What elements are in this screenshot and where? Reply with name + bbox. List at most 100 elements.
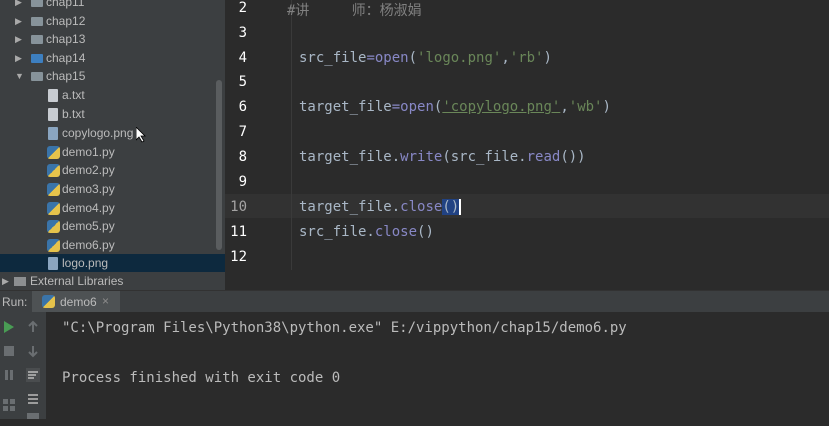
tree-item-label: chap12 <box>46 14 86 28</box>
pause-icon[interactable] <box>2 368 16 382</box>
tree-item-demo6-py[interactable]: demo6.py <box>0 236 225 255</box>
run-tab-demo6[interactable]: demo6 × <box>32 291 120 313</box>
tree-item-label: chap13 <box>46 32 86 46</box>
line-number: 10 <box>230 199 247 215</box>
tree-item-chap11[interactable]: ▶ chap11 <box>0 0 225 12</box>
run-toolbar <box>0 312 46 419</box>
tree-item-label: demo4.py <box>62 201 115 215</box>
tree-item-label: demo6.py <box>62 238 115 252</box>
code-token: src_file. <box>299 224 375 240</box>
line-number: 8 <box>238 149 247 165</box>
tree-item-label: b.txt <box>62 107 85 121</box>
text-file-icon <box>48 108 58 121</box>
print-icon[interactable] <box>26 412 40 426</box>
chevron-right-icon[interactable]: ▶ <box>15 49 22 68</box>
tree-item-copylogo-png[interactable]: copylogo.png <box>0 124 225 143</box>
chevron-right-icon[interactable]: ▶ <box>15 30 22 49</box>
external-libraries-node[interactable]: ▶ External Libraries <box>0 272 225 291</box>
tree-item-demo3-py[interactable]: demo3.py <box>0 180 225 199</box>
code-token: ) <box>543 50 552 66</box>
code-token: close <box>374 224 418 240</box>
line-number: 5 <box>238 74 247 90</box>
folder-icon <box>31 17 43 26</box>
python-icon <box>42 295 55 308</box>
tree-item-b-txt[interactable]: b.txt <box>0 105 225 124</box>
code-token: 'copylogo.png' <box>442 99 561 115</box>
mouse-pointer-shape <box>135 126 146 143</box>
tree-item-label: demo5.py <box>62 219 115 233</box>
project-tree: ▶ chap11 ▶ chap12 ▶ chap13 ▶ chap14 ▼ chap15 a.txt… <box>0 0 225 290</box>
line-number: 3 <box>238 25 247 41</box>
code-token: , <box>560 99 569 115</box>
code-line-8: target_file.write(src_file.read()) <box>299 149 586 165</box>
code-token: src_file <box>299 50 367 66</box>
line-number: 12 <box>230 249 247 265</box>
library-icon <box>14 277 26 286</box>
line-number: 7 <box>238 124 247 140</box>
run-console[interactable]: "C:\Program Files\Python38\python.exe" E… <box>0 312 829 419</box>
python-file-icon <box>47 220 60 233</box>
python-file-icon <box>47 183 60 196</box>
sidebar-scrollbar[interactable] <box>216 80 222 250</box>
tree-item-label: logo.png <box>62 256 109 270</box>
chevron-right-icon[interactable]: ▶ <box>15 0 22 12</box>
tree-item-chap13[interactable]: ▶ chap13 <box>0 30 225 49</box>
gutter-separator <box>291 0 292 270</box>
code-token: (src_file. <box>442 149 527 165</box>
tree-item-demo1-py[interactable]: demo1.py <box>0 143 225 162</box>
image-file-icon <box>48 127 58 140</box>
tree-item-chap12[interactable]: ▶ chap12 <box>0 12 225 31</box>
code-token: = <box>391 99 401 115</box>
tree-item-demo5-py[interactable]: demo5.py <box>0 217 225 236</box>
tree-item-chap15[interactable]: ▼ chap15 <box>0 67 225 86</box>
tree-item-label: a.txt <box>62 88 85 102</box>
scroll-to-end-icon[interactable] <box>26 392 40 406</box>
code-line-4: src_file=open('logo.png','rb') <box>299 50 552 66</box>
code-token: target_file. <box>299 199 401 215</box>
tree-item-label: chap11 <box>46 0 85 9</box>
code-token: ) <box>602 99 611 115</box>
external-libraries-label: External Libraries <box>30 274 124 288</box>
line-number: 11 <box>230 224 247 240</box>
chevron-right-icon[interactable]: ▶ <box>15 12 22 31</box>
arrow-up-icon[interactable] <box>26 320 40 334</box>
chevron-right-icon: ▶ <box>2 276 9 286</box>
soft-wrap-icon[interactable] <box>26 368 40 382</box>
line-number: 6 <box>238 99 247 115</box>
line-number: 9 <box>238 174 247 190</box>
tree-item-a-txt[interactable]: a.txt <box>0 86 225 105</box>
code-token: open <box>374 50 409 66</box>
text-caret <box>459 199 462 215</box>
code-line-6: target_file=open('copylogo.png','wb') <box>299 99 611 115</box>
tree-item-demo4-py[interactable]: demo4.py <box>0 199 225 218</box>
tree-item-label: chap15 <box>46 69 86 83</box>
layout-icon[interactable] <box>2 398 16 412</box>
folder-icon <box>31 35 43 44</box>
tree-item-chap14[interactable]: ▶ chap14 <box>0 49 225 68</box>
arrow-down-icon[interactable] <box>26 344 40 358</box>
image-file-icon <box>48 257 58 270</box>
run-label: Run: <box>2 295 28 309</box>
folder-icon <box>31 54 43 63</box>
code-line-2: #讲 师：杨淑娟 <box>287 3 422 19</box>
line-number: 4 <box>238 50 247 66</box>
tree-item-demo2-py[interactable]: demo2.py <box>0 161 225 180</box>
console-result-line: Process finished with exit code 0 <box>62 370 341 386</box>
code-editor[interactable]: 2 3 4 5 6 7 8 9 10 11 12 #讲 师：杨淑娟 src_fi… <box>225 0 829 290</box>
python-file-icon <box>47 202 60 215</box>
selected-parens: () <box>442 199 460 215</box>
text-file-icon <box>48 89 58 102</box>
code-line-11: src_file.close() <box>299 224 434 240</box>
stop-icon[interactable] <box>2 344 16 358</box>
tree-item-logo-png[interactable]: logo.png <box>0 254 225 273</box>
code-token: = <box>366 50 375 66</box>
folder-icon <box>31 0 43 7</box>
console-command-line: "C:\Program Files\Python38\python.exe" E… <box>62 320 627 336</box>
chevron-down-icon[interactable]: ▼ <box>15 67 24 86</box>
code-token: () <box>417 224 434 240</box>
tree-item-label: chap14 <box>46 51 86 65</box>
line-number: 2 <box>238 0 247 16</box>
rerun-icon[interactable] <box>2 320 16 334</box>
close-icon[interactable]: × <box>102 294 109 308</box>
code-token: 'wb' <box>568 99 603 115</box>
